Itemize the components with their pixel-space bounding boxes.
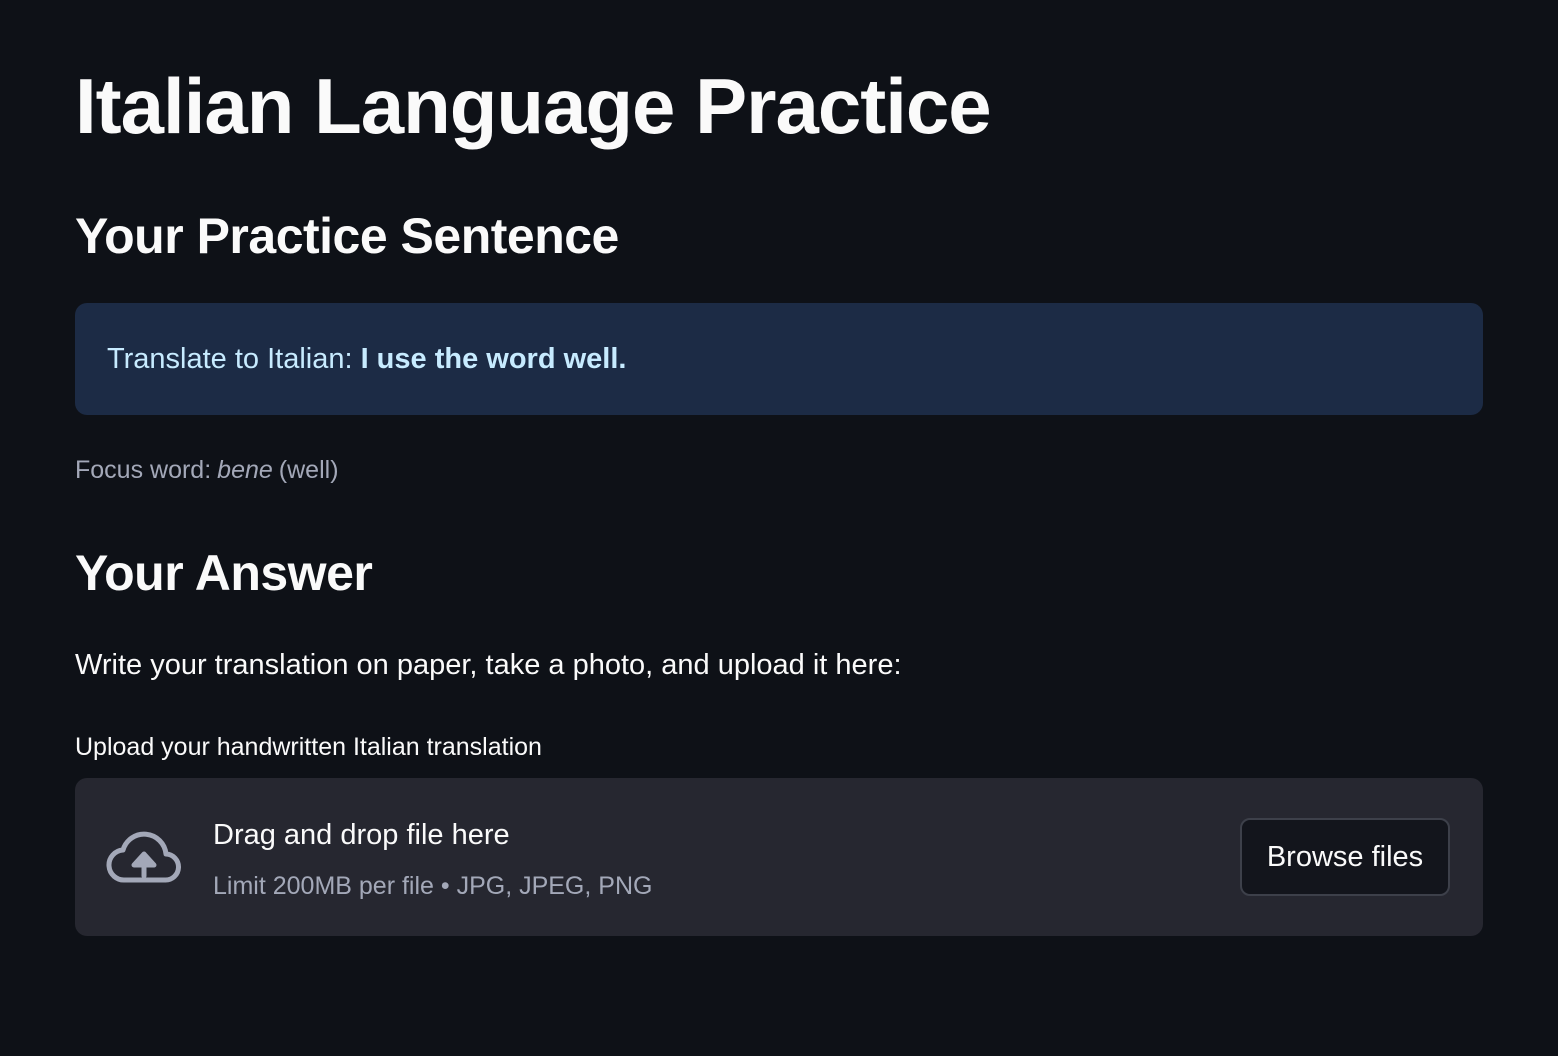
browse-files-button[interactable]: Browse files: [1240, 818, 1450, 896]
file-dropzone[interactable]: Drag and drop file here Limit 200MB per …: [75, 778, 1483, 936]
dropzone-limit-text: Limit 200MB per file • JPG, JPEG, PNG: [213, 872, 653, 900]
practice-sentence-alert: Translate to Italian: I use the word wel…: [75, 303, 1483, 415]
page-title: Italian Language Practice: [75, 62, 992, 150]
focus-word: bene: [217, 456, 273, 484]
practice-sentence-heading: Your Practice Sentence: [75, 208, 619, 264]
answer-instructions: Write your translation on paper, take a …: [75, 649, 902, 681]
focus-word-caption: Focus word: bene (well): [75, 452, 339, 488]
uploader-label: Upload your handwritten Italian translat…: [75, 733, 542, 761]
prompt-sentence: I use the word well.: [360, 342, 627, 375]
your-answer-heading: Your Answer: [75, 545, 373, 601]
prompt-prefix: Translate to Italian:: [107, 342, 353, 375]
focus-prefix: Focus word:: [75, 456, 212, 484]
cloud-upload-icon: [106, 831, 181, 883]
dropzone-instructions: Drag and drop file here: [213, 819, 510, 851]
focus-meaning: (well): [278, 456, 339, 484]
